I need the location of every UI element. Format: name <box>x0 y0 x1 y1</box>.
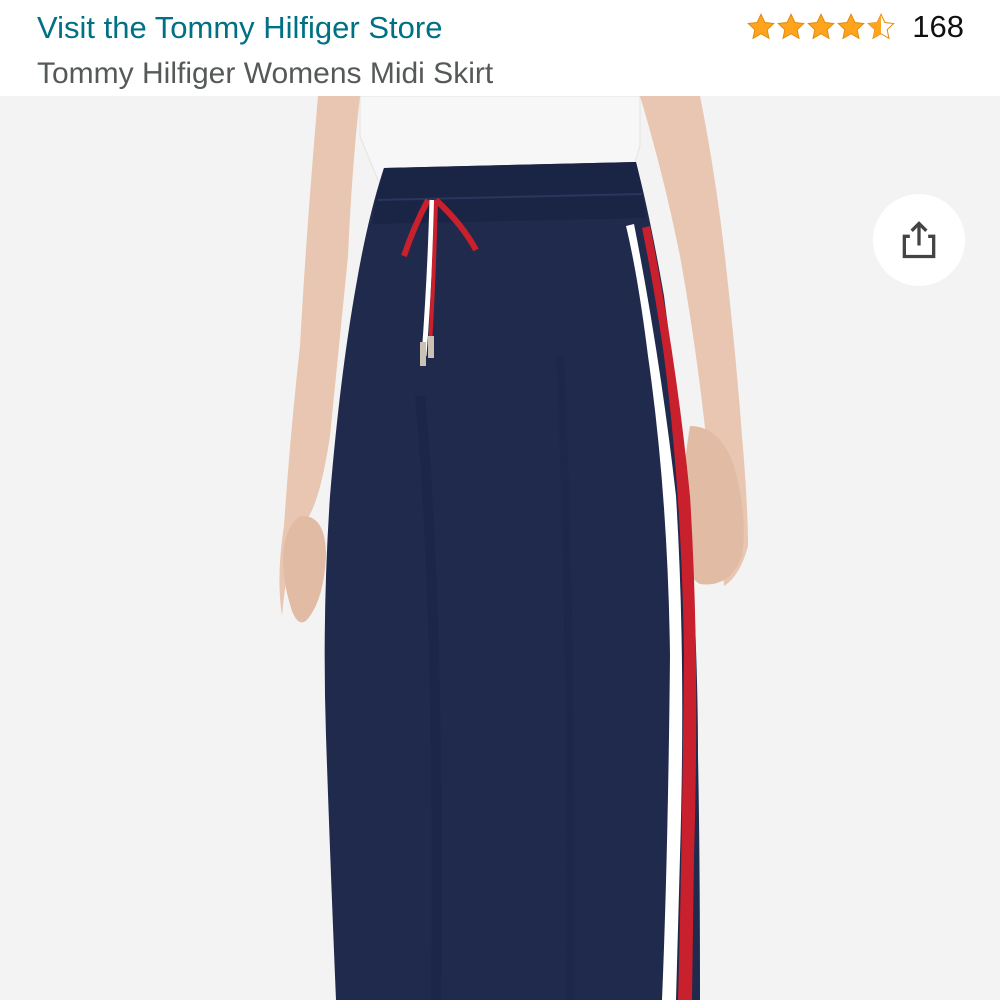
product-page: Visit the Tommy Hilfiger Store Tommy Hil… <box>0 0 1000 1000</box>
share-icon <box>902 221 936 259</box>
star-full-icon <box>836 12 866 42</box>
star-full-icon <box>776 12 806 42</box>
product-image-gallery[interactable] <box>0 96 1000 1000</box>
product-image[interactable] <box>0 96 1000 1000</box>
star-half-icon <box>866 12 896 42</box>
star-rating <box>746 12 896 42</box>
star-full-icon <box>746 12 776 42</box>
product-header: Visit the Tommy Hilfiger Store Tommy Hil… <box>0 0 1000 96</box>
rating-count[interactable]: 168 <box>912 10 964 44</box>
share-button[interactable] <box>873 194 965 286</box>
visit-store-link[interactable]: Visit the Tommy Hilfiger Store <box>37 8 442 48</box>
rating-summary[interactable]: 168 <box>746 10 964 44</box>
product-title: Tommy Hilfiger Womens Midi Skirt <box>37 57 494 90</box>
star-full-icon <box>806 12 836 42</box>
